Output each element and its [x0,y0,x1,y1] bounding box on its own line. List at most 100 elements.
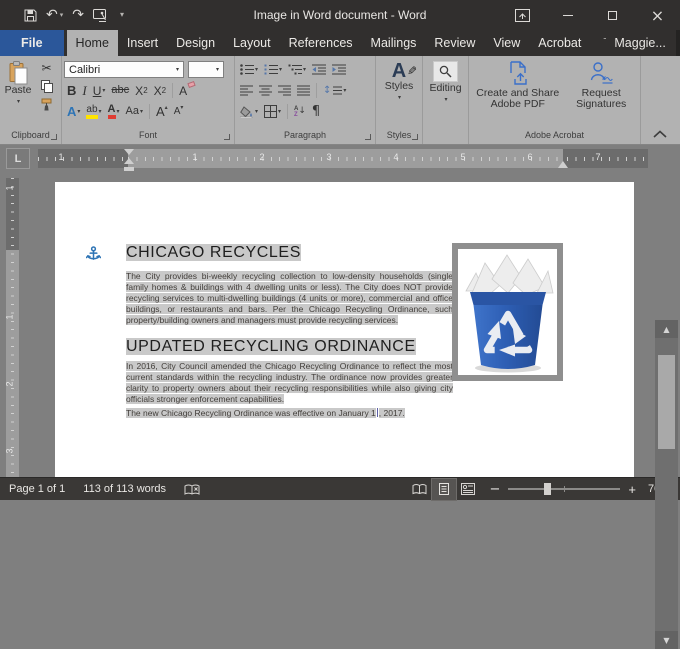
hanging-indent-marker[interactable] [124,158,134,164]
tab-stop-selector[interactable]: L [6,148,30,169]
justify-button[interactable] [295,81,312,100]
tab-layout[interactable]: Layout [224,30,280,56]
styles-button[interactable]: A✎ Styles ▾ [385,59,414,129]
paste-button[interactable]: Paste ▾ [2,59,34,129]
cut-icon: ✂ [41,62,51,74]
print-layout-button[interactable] [432,479,456,500]
scroll-down-arrow[interactable]: ▼ [655,631,678,649]
tab-home[interactable]: Home [67,30,118,56]
strikethrough-button[interactable]: abc [109,81,131,100]
web-layout-button[interactable] [456,479,480,500]
bold-button[interactable]: B [65,81,78,100]
line-spacing-icon: ↕ [323,86,331,96]
format-painter-button[interactable] [38,95,55,113]
document-paragraph-1: The City provides bi-weekly recycling co… [126,271,453,326]
right-indent-marker[interactable] [558,161,568,168]
sort-button[interactable]: AZ↓ [292,102,308,121]
zoom-in-button[interactable]: + [628,482,636,497]
undo-button[interactable]: ↶▾ [46,8,63,22]
divider [316,83,317,98]
multilevel-list-button[interactable]: ▾ [286,60,308,79]
superscript-button[interactable]: X2 [152,81,168,100]
customize-qat-button[interactable]: ▾ [118,11,124,19]
font-dialog-launcher[interactable] [224,134,230,140]
styles-icon: A✎ [392,61,406,81]
touch-mouse-mode-button[interactable] [93,9,109,22]
web-layout-icon [461,483,475,495]
clear-formatting-button[interactable]: A [177,81,189,100]
ruler-ticks [11,178,14,477]
word-count[interactable]: 113 of 113 words [74,483,175,495]
tell-me-box[interactable]: Tell m [590,30,606,56]
zoom-out-button[interactable]: − [490,482,501,497]
font-group-label: Font [64,129,232,144]
align-center-button[interactable] [257,81,274,100]
change-case-button[interactable]: Aa▾ [124,102,145,121]
account-name[interactable]: Maggie... [606,30,673,56]
tab-review[interactable]: Review [425,30,484,56]
styles-dialog-launcher[interactable] [412,134,418,140]
proofing-status[interactable] [175,483,209,496]
highlight-color-button[interactable]: ab▾ [84,102,103,121]
divider [287,104,288,119]
vertical-scrollbar[interactable]: ▲ ▼ [655,320,678,649]
zoom-slider[interactable] [508,488,620,490]
font-size-combo[interactable]: ▾ [188,61,224,78]
left-indent-marker[interactable] [124,167,134,171]
collapse-ribbon-button[interactable] [653,130,667,138]
close-button[interactable]: × [635,0,680,30]
read-mode-button[interactable] [408,479,432,500]
increase-indent-button[interactable] [330,60,348,79]
minimize-button[interactable] [545,0,590,30]
grow-font-button[interactable]: A▴ [154,102,170,121]
cut-button[interactable]: ✂ [39,59,53,77]
tab-view[interactable]: View [484,30,529,56]
request-signatures-button[interactable]: Request Signatures [564,59,638,129]
underline-button[interactable]: U▾ [91,81,108,100]
ruler-number: 3 [5,448,15,453]
subscript-button[interactable]: X2 [133,81,149,100]
align-left-button[interactable] [238,81,255,100]
borders-button[interactable]: ▾ [262,102,283,121]
proofing-book-icon [184,483,200,496]
first-line-indent-marker[interactable] [124,149,134,155]
text-effects-button[interactable]: A▾ [65,102,82,121]
tab-insert[interactable]: Insert [118,30,167,56]
align-right-button[interactable] [276,81,293,100]
tab-file[interactable]: File [0,30,64,56]
scroll-up-arrow[interactable]: ▲ [655,320,678,338]
ribbon-display-options-button[interactable] [500,0,545,30]
numbering-caret: ▾ [279,67,282,73]
shrink-font-button[interactable]: A▾ [172,102,186,121]
shading-button[interactable]: ▾ [238,102,260,121]
page-indicator[interactable]: Page 1 of 1 [0,483,74,495]
clipboard-dialog-launcher[interactable] [51,134,57,140]
recycle-bin-image[interactable] [452,243,563,381]
zoom-slider-thumb[interactable] [544,483,551,495]
decrease-indent-button[interactable] [310,60,328,79]
copy-button[interactable] [39,77,55,95]
redo-button[interactable]: ↷ [72,8,84,22]
italic-button[interactable]: I [80,81,88,100]
bullets-button[interactable]: ▾ [238,60,260,79]
maximize-button[interactable] [590,0,635,30]
save-button[interactable] [24,9,37,22]
tab-design[interactable]: Design [167,30,224,56]
font-family-combo[interactable]: Calibri▾ [64,61,184,78]
line-spacing-button[interactable]: ↕▾ [321,81,348,100]
numbering-button[interactable]: ▾ [262,60,284,79]
tab-references[interactable]: References [280,30,362,56]
tab-mailings[interactable]: Mailings [362,30,426,56]
paragraph-dialog-launcher[interactable] [365,134,371,140]
tab-acrobat[interactable]: Acrobat [529,30,590,56]
status-bar-right: − + 70% [408,479,680,500]
scrollbar-thumb[interactable] [658,355,675,449]
font-color-button[interactable]: A▾ [106,102,122,121]
editing-button[interactable]: Editing ▾ [429,59,461,129]
document-page[interactable]: CHICAGO RECYCLES The City provides bi-we… [55,182,634,477]
ruler-row: L 1 1 2 3 4 5 6 7 [0,145,680,172]
share-button[interactable]: Share [676,30,680,56]
anchor-icon [86,246,101,262]
create-share-pdf-button[interactable]: Create and Share Adobe PDF [471,59,564,129]
show-hide-pilcrow-button[interactable]: ¶ [310,102,322,121]
